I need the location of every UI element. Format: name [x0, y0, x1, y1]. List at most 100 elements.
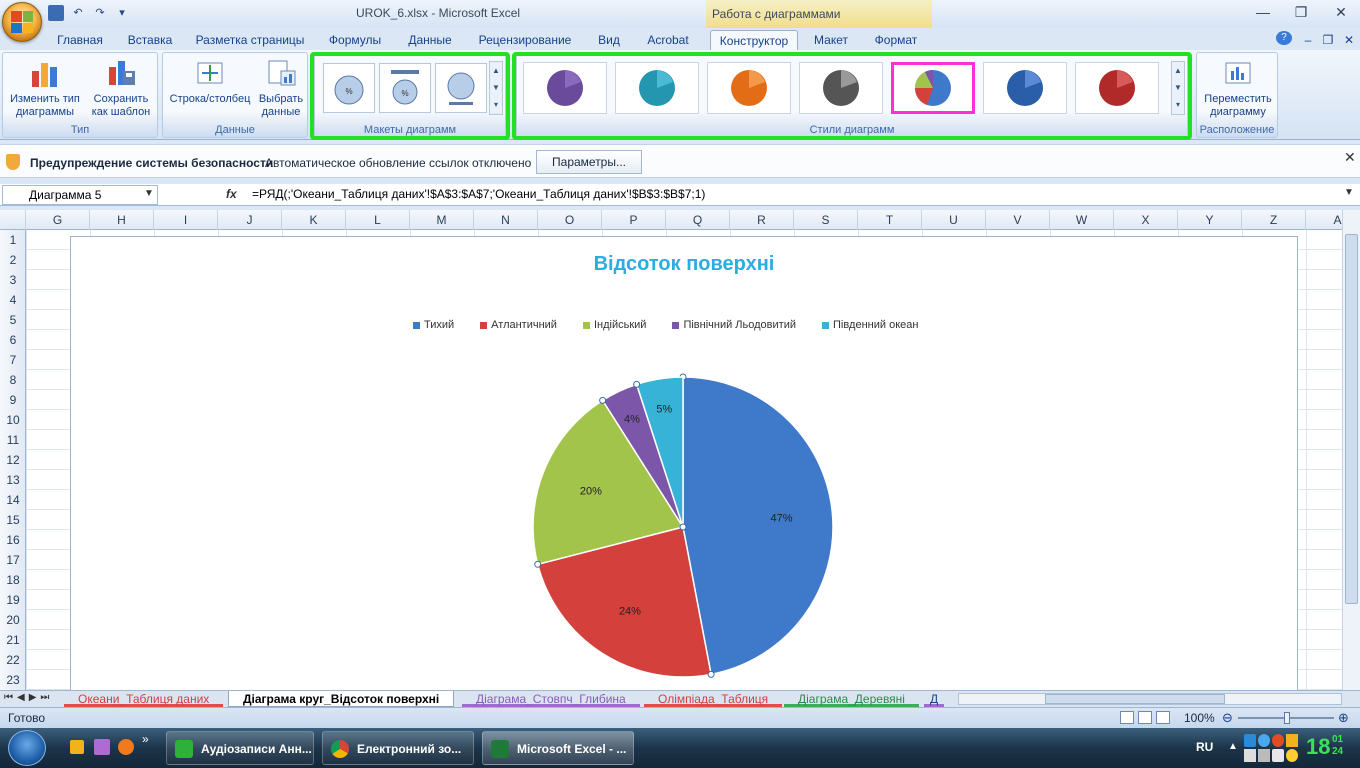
tray-app-icon[interactable] — [1286, 734, 1298, 747]
ribbon-close-icon[interactable]: ✕ — [1342, 30, 1356, 50]
sheet-tab-oceans-table[interactable]: Океани_Таблиця даних — [64, 691, 224, 707]
column-header[interactable]: W — [1050, 210, 1114, 230]
tray-app-icon[interactable] — [1286, 749, 1298, 762]
row-header[interactable]: 7 — [0, 350, 26, 370]
chart-legend[interactable]: Тихий Атлантичний Індійський Північний Льод… — [413, 319, 918, 331]
sheet-tab-pie-surface[interactable]: Діаграма круг_Відсоток поверхні — [228, 691, 455, 707]
zoom-in-icon[interactable]: ⊕ — [1338, 711, 1349, 725]
ribbon-minimize-icon[interactable]: – — [1300, 30, 1316, 50]
horizontal-scrollbar[interactable] — [958, 693, 1342, 705]
row-header[interactable]: 23 — [0, 670, 26, 690]
row-header[interactable]: 14 — [0, 490, 26, 510]
column-header[interactable]: G — [26, 210, 90, 230]
slice-selection-handle[interactable] — [599, 396, 607, 404]
sheet-tab-more[interactable]: Д — [924, 691, 945, 707]
row-header[interactable]: 8 — [0, 370, 26, 390]
tray-expand-icon[interactable]: ▲ — [1228, 741, 1238, 752]
fx-icon[interactable]: fx — [226, 187, 237, 201]
minimize-icon[interactable]: — — [1250, 3, 1276, 21]
pie-slice[interactable] — [682, 376, 834, 676]
sheet-tab-column-depth[interactable]: Діаграма_Стовпч_Глибина — [462, 691, 640, 707]
row-header[interactable]: 4 — [0, 290, 26, 310]
normal-view-icon[interactable] — [1120, 711, 1134, 724]
show-more-quicklaunch-icon[interactable]: » — [142, 732, 149, 746]
legend-entry[interactable]: Атлантичний — [480, 319, 557, 331]
action-center-icon[interactable] — [1244, 749, 1256, 762]
column-header[interactable]: Z — [1242, 210, 1306, 230]
tray-app-icon[interactable] — [1272, 734, 1284, 747]
column-header[interactable]: L — [346, 210, 410, 230]
column-header[interactable]: M — [410, 210, 474, 230]
row-header[interactable]: 15 — [0, 510, 26, 530]
chart-title[interactable]: Відсоток поверхні — [71, 253, 1297, 276]
network-icon[interactable] — [1244, 734, 1256, 747]
row-header[interactable]: 20 — [0, 610, 26, 630]
close-security-bar-icon[interactable]: ✕ — [1344, 149, 1356, 166]
quicklaunch-app-icon[interactable] — [94, 739, 110, 755]
sheet-nav-arrows-icon[interactable]: ⏮◀▶⏭ — [4, 692, 53, 703]
save-as-template-button[interactable]: Сохранить как шаблон — [87, 57, 155, 119]
row-header[interactable]: 22 — [0, 650, 26, 670]
taskbar-item-audio[interactable]: Аудіозаписи Анн... — [166, 731, 314, 765]
slice-selection-handle[interactable] — [633, 380, 641, 388]
name-box[interactable]: Диаграмма 5 — [2, 185, 158, 205]
quicklaunch-app-icon[interactable] — [70, 740, 84, 754]
legend-entry[interactable]: Північний Льодовитий — [672, 319, 796, 331]
legend-entry[interactable]: Індійський — [582, 319, 646, 331]
save-icon[interactable] — [48, 5, 64, 21]
clock-hours[interactable]: 18 — [1306, 734, 1330, 760]
expand-formula-icon[interactable]: ▼ — [1344, 187, 1354, 198]
power-icon[interactable] — [1272, 749, 1284, 762]
tab-insert[interactable]: Вставка — [118, 30, 182, 50]
sheet-tab-wooden[interactable]: Діаграма_Деревяні — [784, 691, 919, 707]
slice-selection-handle[interactable] — [707, 670, 715, 678]
vertical-scroll-thumb[interactable] — [1345, 234, 1358, 604]
taskbar-item-browser[interactable]: Електронний зо... — [322, 731, 474, 765]
data-label[interactable]: 24% — [619, 606, 641, 618]
row-header[interactable]: 21 — [0, 630, 26, 650]
row-header[interactable]: 13 — [0, 470, 26, 490]
data-label[interactable]: 47% — [771, 513, 793, 525]
page-layout-view-icon[interactable] — [1138, 711, 1152, 724]
tab-formulas[interactable]: Формулы — [322, 30, 388, 50]
tab-design[interactable]: Конструктор — [710, 30, 798, 50]
row-header[interactable]: 1 — [0, 230, 26, 250]
zoom-out-icon[interactable]: ⊖ — [1222, 711, 1233, 725]
volume-icon[interactable] — [1258, 749, 1270, 762]
row-header[interactable]: 16 — [0, 530, 26, 550]
name-box-dropdown-icon[interactable]: ▼ — [144, 188, 154, 199]
pie-plot[interactable]: 47% 24% 20% 4% 5% — [521, 367, 851, 697]
column-header[interactable]: S — [794, 210, 858, 230]
column-header[interactable]: X — [1114, 210, 1178, 230]
row-header[interactable]: 2 — [0, 250, 26, 270]
column-header[interactable]: V — [986, 210, 1050, 230]
column-header[interactable]: U — [922, 210, 986, 230]
select-data-button[interactable]: Выбрать данные — [255, 57, 307, 119]
row-header[interactable]: 10 — [0, 410, 26, 430]
customize-qat-icon[interactable]: ▾ — [114, 5, 130, 21]
row-header[interactable]: 18 — [0, 570, 26, 590]
data-label[interactable]: 5% — [656, 403, 672, 415]
taskbar-item-excel[interactable]: Microsoft Excel - ... — [482, 731, 634, 765]
zoom-thumb[interactable] — [1284, 712, 1290, 724]
tab-format[interactable]: Формат — [866, 30, 926, 50]
column-header[interactable]: Q — [666, 210, 730, 230]
pie-center-handle[interactable] — [679, 523, 687, 531]
column-header[interactable]: R — [730, 210, 794, 230]
column-header[interactable]: P — [602, 210, 666, 230]
vertical-scrollbar[interactable] — [1342, 210, 1360, 690]
column-header[interactable]: T — [858, 210, 922, 230]
language-indicator[interactable]: RU — [1196, 740, 1213, 754]
row-header[interactable]: 6 — [0, 330, 26, 350]
column-header[interactable]: O — [538, 210, 602, 230]
office-button[interactable] — [2, 2, 42, 42]
quicklaunch-app-icon[interactable] — [118, 739, 134, 755]
row-header[interactable]: 3 — [0, 270, 26, 290]
row-header[interactable]: 9 — [0, 390, 26, 410]
restore-icon[interactable]: ❐ — [1288, 3, 1314, 21]
column-header[interactable]: Y — [1178, 210, 1242, 230]
select-all-corner[interactable] — [0, 210, 26, 230]
tab-review[interactable]: Рецензирование — [472, 30, 578, 50]
legend-entry[interactable]: Південний океан — [821, 319, 918, 331]
switch-row-column-button[interactable]: Строка/столбец — [165, 57, 255, 106]
